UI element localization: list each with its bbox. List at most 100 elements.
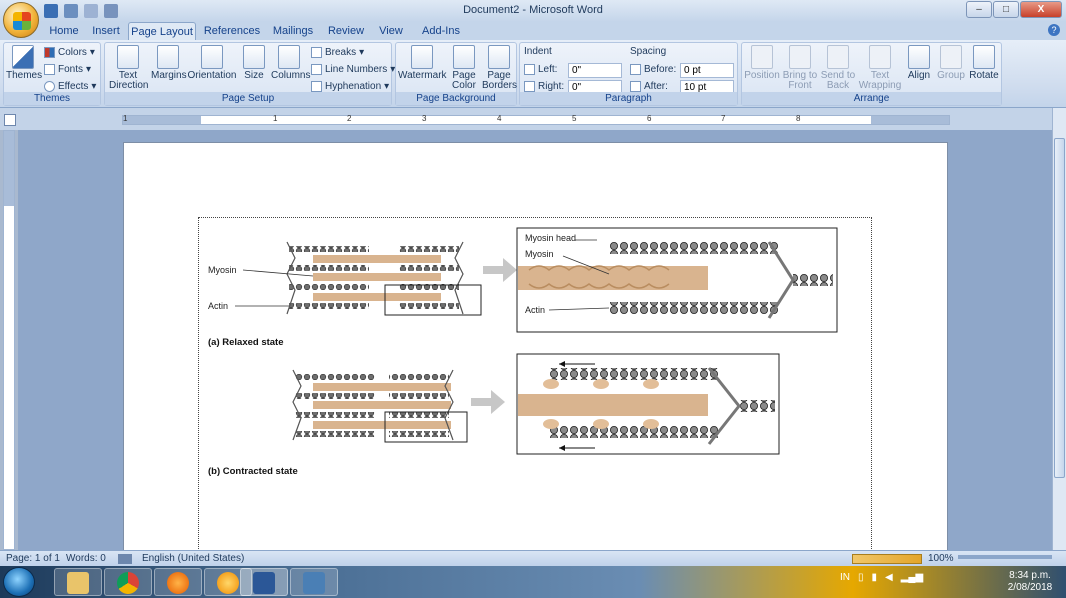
effects-button[interactable]: Effects ▾ — [44, 81, 96, 92]
label-myosin: Myosin — [208, 265, 237, 275]
colors-button[interactable]: Colors ▾ — [44, 47, 95, 58]
group-label: Group — [937, 70, 965, 81]
text-wrapping-label: Text Wrapping — [858, 70, 902, 91]
taskbar-firefox[interactable] — [154, 568, 202, 596]
margins-button[interactable]: Margins — [151, 45, 187, 81]
status-bar: Page: 1 of 1 Words: 0 English (United St… — [0, 550, 1066, 566]
position-button[interactable]: Position — [744, 45, 780, 81]
horizontal-ruler[interactable]: 1 1 2 3 4 5 6 7 8 — [122, 114, 950, 125]
fonts-label: Fonts — [58, 64, 84, 75]
volume-icon[interactable]: ◀ — [885, 572, 893, 583]
indent-left-input[interactable]: 0" — [568, 63, 622, 78]
page-count[interactable]: Page: 1 of 1 — [6, 553, 60, 564]
battery-icon[interactable]: ▯ — [858, 572, 864, 583]
scrollbar-thumb[interactable] — [1054, 138, 1065, 478]
themes-button[interactable]: Themes — [6, 45, 42, 81]
orientation-button[interactable]: Orientation — [187, 45, 237, 81]
help-icon[interactable]: ? — [1048, 24, 1060, 36]
taskbar-explorer[interactable] — [54, 568, 102, 596]
rotate-button[interactable]: Rotate — [968, 45, 1000, 81]
minimize-button[interactable]: – — [966, 1, 992, 18]
ruler-number: 2 — [347, 114, 352, 123]
word-count[interactable]: Words: 0 — [66, 553, 106, 564]
spacing-before-input[interactable]: 0 pt — [680, 63, 734, 78]
inserted-figure[interactable]: Myosin Actin Myosin head Myosin Actin (a… — [198, 217, 872, 557]
vertical-scrollbar[interactable] — [1052, 108, 1066, 550]
close-button[interactable]: X — [1020, 1, 1062, 18]
spacing-before-text: Before: — [644, 64, 677, 75]
clock[interactable]: 8:34 p.m. 2/08/2018 — [1002, 570, 1058, 594]
columns-icon — [278, 45, 300, 69]
spacing-heading: Spacing — [630, 46, 667, 57]
language-status[interactable]: English (United States) — [142, 553, 244, 564]
tab-references[interactable]: References — [200, 22, 264, 40]
app-icon — [217, 572, 239, 594]
breaks-button[interactable]: Breaks ▾ — [311, 47, 364, 58]
colors-label: Colors — [58, 47, 87, 58]
group-page-setup: Text Direction Margins Orientation Size … — [104, 42, 395, 106]
text-direction-button[interactable]: Text Direction — [109, 45, 148, 91]
size-button[interactable]: Size — [241, 45, 267, 81]
watermark-button[interactable]: Watermark — [398, 45, 447, 81]
align-button[interactable]: Align — [904, 45, 934, 81]
line-numbers-button[interactable]: Line Numbers ▾ — [311, 64, 395, 75]
fonts-button[interactable]: Fonts ▾ — [44, 64, 91, 75]
line-numbers-label: Line Numbers — [325, 64, 388, 75]
caption-contracted: (b) Contracted state — [208, 466, 298, 477]
tab-page-layout[interactable]: Page Layout — [128, 22, 196, 40]
clock-time: 8:34 p.m. — [1009, 570, 1051, 581]
proofing-icon[interactable] — [118, 554, 132, 564]
indent-right-icon — [524, 81, 535, 92]
tab-mailings[interactable]: Mailings — [268, 22, 318, 40]
watermark-label: Watermark — [398, 70, 447, 81]
maximize-button[interactable]: □ — [993, 1, 1019, 18]
signal-icon[interactable]: ▂▄▆ — [901, 572, 923, 583]
view-buttons[interactable] — [852, 554, 922, 564]
language-indicator[interactable]: IN — [840, 572, 850, 583]
indent-left-label: Left: — [524, 64, 557, 75]
tab-selector[interactable] — [4, 114, 16, 126]
spacing-before-icon — [630, 64, 641, 75]
columns-button[interactable]: Columns — [271, 45, 310, 81]
system-tray: IN ▯ ▮ ◀ ▂▄▆ — [840, 572, 923, 583]
send-to-back-button[interactable]: Send to Back — [820, 45, 856, 91]
network-icon[interactable]: ▮ — [872, 572, 878, 583]
page-borders-button[interactable]: Page Borders — [482, 45, 517, 91]
size-icon — [243, 45, 265, 69]
indent-left-text: Left: — [538, 64, 558, 75]
ruler-number: 8 — [796, 114, 801, 123]
contracted-detail — [516, 353, 780, 455]
title-bar: Document2 - Microsoft Word – □ X — [0, 0, 1066, 22]
line-numbers-icon — [311, 64, 322, 75]
breaks-label: Breaks — [325, 47, 357, 58]
tab-add-ins[interactable]: Add-Ins — [416, 22, 466, 40]
label-myosin-head: Myosin head — [525, 233, 577, 243]
label-actin-detail: Actin — [525, 305, 546, 315]
zoom-slider[interactable] — [958, 555, 1052, 559]
start-button[interactable] — [3, 567, 35, 597]
rotate-label: Rotate — [969, 70, 999, 81]
taskbar-chrome[interactable] — [104, 568, 152, 596]
hyphenation-button[interactable]: Hyphenation ▾ — [311, 81, 389, 92]
tab-insert[interactable]: Insert — [86, 22, 126, 40]
sarcomere-diagram — [235, 227, 838, 455]
bring-to-front-button[interactable]: Bring to Front — [782, 45, 818, 91]
taskbar-image-viewer[interactable] — [290, 568, 338, 596]
tab-home[interactable]: Home — [42, 22, 86, 40]
taskbar-word[interactable] — [240, 568, 288, 596]
colors-icon — [44, 47, 55, 58]
ribbon: Themes Colors ▾ Fonts ▾ Effects ▾ Themes… — [0, 40, 1066, 108]
office-button[interactable] — [3, 2, 39, 38]
group-label-paragraph: Paragraph — [520, 92, 737, 105]
page-color-icon — [453, 45, 475, 69]
chrome-icon — [117, 572, 139, 594]
group-button[interactable]: Group — [936, 45, 966, 81]
page-color-button[interactable]: Page Color — [448, 45, 480, 91]
spacing-after-text: After: — [644, 81, 668, 92]
text-wrapping-button[interactable]: Text Wrapping — [858, 45, 902, 91]
vertical-ruler[interactable] — [3, 130, 15, 550]
ruler-number: 3 — [422, 114, 427, 123]
zoom-level[interactable]: 100% — [928, 553, 954, 564]
tab-view[interactable]: View — [374, 22, 408, 40]
tab-review[interactable]: Review — [324, 22, 368, 40]
